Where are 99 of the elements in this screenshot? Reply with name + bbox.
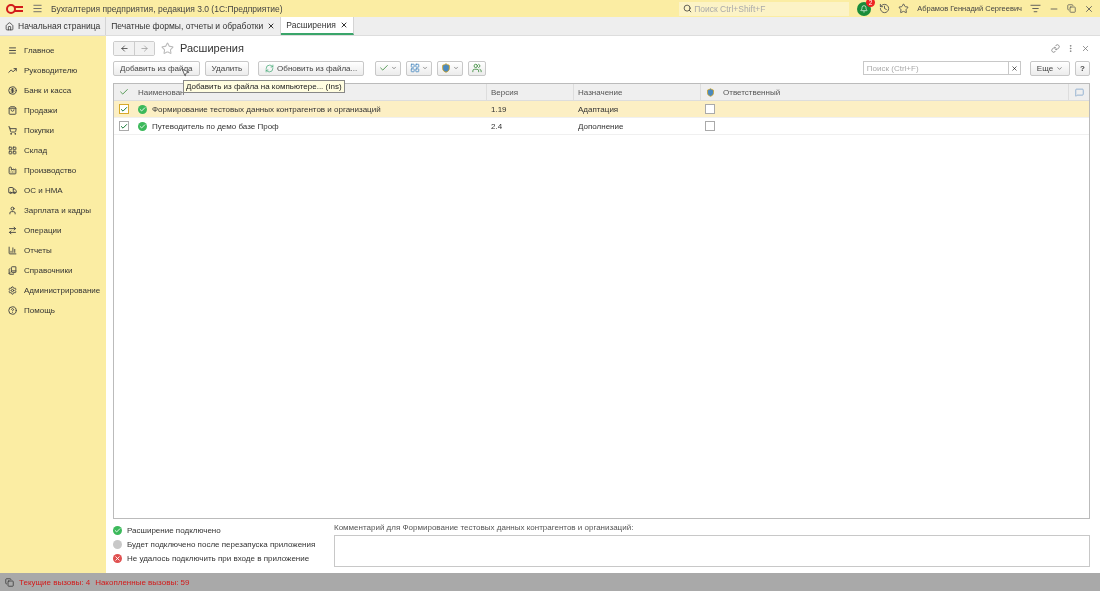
current-calls-text: Текущие вызовы: 4 [19, 577, 91, 587]
grid-icon [410, 63, 421, 73]
bar-chart-icon [8, 245, 17, 255]
table-row[interactable]: Путеводитель по демо базе Проф 2.4 Дополнение [114, 118, 1089, 135]
table-cell: Дополнение [578, 121, 624, 131]
truck-icon [8, 185, 17, 195]
favorite-star-icon[interactable] [161, 41, 174, 55]
checkbox[interactable] [119, 104, 129, 114]
check-icon [119, 87, 129, 97]
error-circle-icon [113, 554, 122, 563]
forward-button[interactable] [134, 41, 154, 55]
sidebar-item[interactable]: Склад [0, 140, 106, 160]
sidebar-item[interactable]: Покупки [0, 120, 106, 140]
comment-label: Комментарий для Формирование тестовых данных контрагентов и организаций: [334, 523, 635, 532]
sidebar-item[interactable]: Главное [0, 40, 106, 60]
configuration-menu-button[interactable] [406, 60, 433, 76]
arrows-icon [8, 225, 17, 235]
settings-icon [8, 285, 17, 295]
coin-icon [8, 85, 17, 95]
sidebar-item[interactable]: Операции [0, 220, 106, 240]
more-icon[interactable] [1066, 43, 1075, 53]
add-from-file-button[interactable]: Добавить из файла [113, 60, 200, 76]
search-icon [683, 4, 693, 13]
table-cell: 2.4 [491, 121, 503, 131]
arrow-right-icon [140, 43, 149, 53]
restore-icon[interactable] [1067, 4, 1076, 13]
circle-icon [113, 540, 122, 549]
shield-icon [705, 87, 715, 97]
help-button[interactable]: ? [1075, 60, 1090, 76]
logo-icon [6, 3, 24, 14]
checkbox[interactable] [119, 121, 129, 131]
checkbox[interactable] [705, 104, 715, 114]
sidebar-item[interactable]: Справочники [0, 260, 106, 280]
sidebar-item[interactable]: Зарплата и кадры [0, 200, 106, 220]
column-header[interactable]: Версия [487, 84, 574, 100]
table-row[interactable]: Формирование тестовых данных контрагентов и организаций 1.19 Адаптация [114, 101, 1089, 118]
home-icon [5, 21, 14, 31]
person-icon [8, 205, 17, 215]
close-icon[interactable] [267, 22, 276, 30]
tooltip: Добавить из файла на компьютере... (Ins) [183, 80, 345, 93]
comment-field[interactable] [334, 535, 1090, 567]
delete-button[interactable]: Удалить [204, 60, 250, 76]
table-cell: Формирование тестовых данных контрагентов и организаций [152, 104, 381, 114]
update-from-file-button[interactable]: Обновить из файла... [258, 60, 365, 76]
shield-menu-button[interactable] [437, 60, 464, 76]
copy-icon[interactable] [5, 577, 14, 587]
help-icon [8, 305, 17, 315]
bell-icon [860, 4, 869, 13]
star-icon[interactable] [898, 3, 910, 14]
table-cell: Путеводитель по демо базе Проф [152, 121, 279, 131]
legend-label: Будет подключено после перезапуска приложения [127, 540, 316, 549]
form-title: Расширения [180, 42, 245, 54]
accumulated-calls-text: Накопленные вызовы: 59 [95, 577, 190, 587]
legend-label: Расширение подключено [127, 526, 221, 535]
menu-icon [8, 45, 17, 55]
check-circle-icon [113, 526, 122, 535]
history-icon[interactable] [879, 3, 891, 14]
checkbox[interactable] [705, 121, 715, 131]
check-icon [379, 63, 390, 73]
search-field[interactable]: Поиск (Ctrl+F) [862, 61, 1009, 75]
sidebar-item[interactable]: Производство [0, 160, 106, 180]
factory-icon [8, 165, 17, 175]
table-cell: 1.19 [491, 104, 507, 114]
close-icon [1010, 64, 1018, 72]
sidebar-item[interactable]: Администрирование [0, 280, 106, 300]
trend-icon [8, 65, 17, 75]
caret-icon [1056, 64, 1064, 72]
caret-icon [453, 65, 460, 71]
menu-icon[interactable] [32, 3, 43, 14]
arrow-left-icon [119, 43, 129, 53]
refresh-icon [265, 63, 275, 73]
tab[interactable]: Расширения [281, 17, 354, 35]
users-icon [472, 63, 483, 73]
back-button[interactable] [114, 41, 134, 55]
more-button[interactable]: Еще [1029, 60, 1071, 76]
cart-icon [8, 125, 17, 135]
menu-icon[interactable] [1030, 3, 1041, 14]
users-button[interactable] [468, 60, 487, 76]
bag-icon [8, 105, 17, 115]
sidebar-item[interactable]: Отчеты [0, 240, 106, 260]
books-icon [8, 265, 17, 275]
column-header[interactable]: Назначение [574, 84, 701, 100]
caret-icon [391, 65, 398, 71]
window-title: Бухгалтерия предприятия, редакция 3.0 (1С:Предприятие) [51, 3, 284, 14]
shield-icon [441, 63, 452, 73]
sidebar-item[interactable]: Помощь [0, 300, 106, 320]
grid-icon [8, 145, 17, 155]
caret-icon [422, 65, 429, 71]
sidebar-item[interactable]: Банк и касса [0, 80, 106, 100]
sidebar-item[interactable]: Руководителю [0, 60, 106, 80]
extension-menu-button[interactable] [375, 60, 402, 76]
sidebar-item[interactable]: Продажи [0, 100, 106, 120]
link-icon[interactable] [1051, 43, 1060, 53]
legend-label: Не удалось подключить при входе в приложение [127, 554, 310, 563]
column-header[interactable]: Ответственный [719, 84, 1069, 100]
table-cell: Адаптация [578, 104, 619, 114]
close-icon[interactable] [339, 21, 348, 29]
sidebar-item[interactable]: ОС и НМА [0, 180, 106, 200]
comment-icon [1074, 87, 1084, 97]
